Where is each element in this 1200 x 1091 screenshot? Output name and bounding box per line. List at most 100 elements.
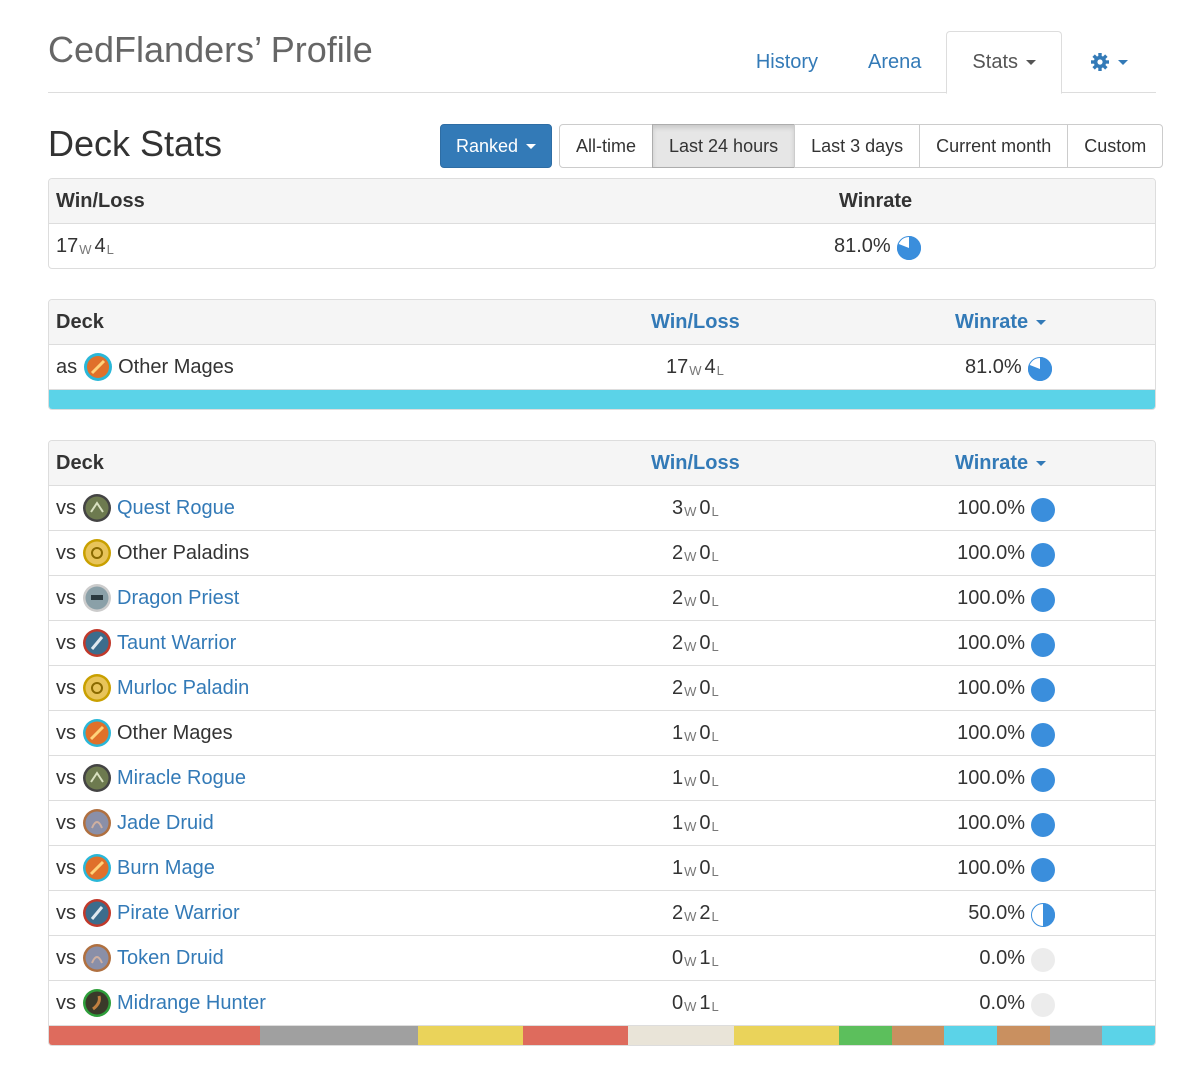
mage-class-icon (83, 854, 111, 882)
chevron-down-icon (1118, 59, 1128, 65)
rogue-class-icon (83, 764, 111, 792)
losses-count: 0 (699, 496, 711, 519)
opponent-winrate: 100.0% (957, 846, 1055, 890)
opponent-winrate: 100.0% (957, 576, 1055, 620)
sort-win-loss-link[interactable]: Win/Loss (651, 441, 740, 485)
winrate-pie-icon (896, 236, 921, 260)
opponent-win-loss: 1W0L (672, 846, 722, 890)
wins-suffix: W (684, 998, 697, 1014)
opponent-deck-name[interactable]: Jade Druid (117, 812, 214, 835)
winrate-pie-icon (1031, 543, 1055, 567)
priest-class-icon (83, 584, 111, 612)
tab-history[interactable]: History (731, 31, 843, 93)
sort-desc-icon (1036, 460, 1047, 466)
mage-class-icon (84, 353, 113, 381)
opponent-deck-name[interactable]: Midrange Hunter (117, 992, 266, 1015)
as-prefix: as (56, 355, 78, 378)
wins-suffix: W (684, 638, 697, 654)
hunter-class-icon (83, 989, 111, 1017)
winrate-value: 100.0% (957, 496, 1025, 519)
col-deck: Deck (56, 310, 104, 333)
game-mode-dropdown[interactable]: Ranked (440, 124, 552, 168)
opponent-deck-name[interactable]: Dragon Priest (117, 587, 239, 610)
table-row: vs Jade Druid 1W0L 100.0% (49, 800, 1155, 845)
opponent-winrate: 50.0% (968, 891, 1055, 935)
opponent-deck-cell: vs Pirate Warrior (56, 891, 240, 935)
page-title: CedFlanders’ Profile (48, 29, 373, 70)
warrior-class-icon (83, 899, 111, 927)
winrate-pie-icon (1031, 813, 1055, 837)
winrate-pie-icon (1031, 588, 1055, 612)
vs-prefix: vs (56, 721, 76, 744)
own-deck-table: Deck Win/Loss Winrate as Other Mages 17 W… (48, 299, 1156, 410)
mage-class-icon (83, 719, 111, 747)
wins-suffix: W (684, 908, 697, 924)
opponent-deck-name[interactable]: Murloc Paladin (117, 677, 249, 700)
opponent-winrate: 100.0% (957, 666, 1055, 710)
wins-suffix: W (684, 503, 697, 519)
opponent-deck-cell: vs Burn Mage (56, 846, 215, 890)
wins-count: 0 (672, 946, 684, 969)
class-bar-segment (628, 1026, 734, 1045)
summary-win-loss: 17 W 4 L (56, 224, 117, 268)
wins-count: 2 (672, 586, 684, 609)
range-all-time[interactable]: All-time (559, 124, 654, 168)
losses-suffix: L (711, 773, 719, 789)
sort-winrate-link[interactable]: Winrate (955, 300, 1047, 344)
sort-winrate-link[interactable]: Winrate (955, 441, 1047, 485)
opponent-rows: vs Quest Rogue 3W0L 100.0% vs Other Pala… (49, 485, 1155, 1025)
own-deck-winrate: 81.0% (965, 345, 1052, 389)
settings-dropdown[interactable] (1062, 31, 1156, 93)
wins-count: 1 (672, 811, 684, 834)
opponent-deck-name[interactable]: Miracle Rogue (117, 767, 246, 790)
opponent-deck-name[interactable]: Burn Mage (117, 857, 215, 880)
range-last-24-hours[interactable]: Last 24 hours (652, 124, 796, 168)
range-current-month[interactable]: Current month (919, 124, 1069, 168)
range-custom[interactable]: Custom (1067, 124, 1164, 168)
own-deck-row: as Other Mages 17 W 4 L 81.0% (49, 344, 1155, 389)
wins-suffix: W (684, 953, 697, 969)
winrate-pie-icon (1031, 723, 1055, 747)
opponent-deck-cell: vs Dragon Priest (56, 576, 239, 620)
vs-prefix: vs (56, 541, 76, 564)
range-last-3-days[interactable]: Last 3 days (794, 124, 921, 168)
table-row: vs Burn Mage 1W0L 100.0% (49, 845, 1155, 890)
opponent-deck-name[interactable]: Quest Rogue (117, 497, 235, 520)
class-bar-segment (1049, 1026, 1103, 1045)
own-deck-class-bar (49, 389, 1155, 409)
opponent-deck-name[interactable]: Token Druid (117, 947, 224, 970)
winrate-value: 100.0% (957, 721, 1025, 744)
deck-stats-title: Deck Stats (48, 123, 223, 164)
druid-class-icon (83, 809, 111, 837)
paladin-class-icon (83, 674, 111, 702)
opponent-deck-name[interactable]: Taunt Warrior (117, 632, 236, 655)
losses-suffix: L (711, 863, 719, 879)
wins-count: 3 (672, 496, 684, 519)
profile-nav-tabs: History Arena Stats (731, 31, 1156, 94)
opponent-win-loss: 1W0L (672, 711, 722, 755)
opponent-win-loss: 0W1L (672, 981, 722, 1025)
losses-suffix: L (106, 241, 114, 257)
winrate-pie-icon (1031, 903, 1055, 927)
wins-suffix: W (684, 773, 697, 789)
tab-arena[interactable]: Arena (843, 31, 946, 93)
losses-suffix: L (711, 728, 719, 744)
wins-suffix: W (684, 728, 697, 744)
opponent-win-loss: 2W0L (672, 531, 722, 575)
opponent-win-loss: 1W0L (672, 756, 722, 800)
chevron-down-icon (526, 143, 537, 149)
opponent-winrate: 100.0% (957, 756, 1055, 800)
opponent-deck-name[interactable]: Pirate Warrior (117, 902, 240, 925)
own-deck-name-cell: as Other Mages (56, 345, 234, 389)
losses-suffix: L (716, 362, 724, 378)
winrate-value: 81.0% (965, 355, 1022, 378)
winrate-value: 0.0% (979, 991, 1025, 1014)
losses-count: 1 (699, 946, 711, 969)
winrate-pie-icon (1031, 768, 1055, 792)
vs-prefix: vs (56, 496, 76, 519)
paladin-class-icon (83, 539, 111, 567)
table-row: vs Murloc Paladin 2W0L 100.0% (49, 665, 1155, 710)
sort-win-loss-link[interactable]: Win/Loss (651, 300, 740, 344)
table-row: vs Other Paladins 2W0L 100.0% (49, 530, 1155, 575)
tab-stats[interactable]: Stats (946, 31, 1062, 94)
